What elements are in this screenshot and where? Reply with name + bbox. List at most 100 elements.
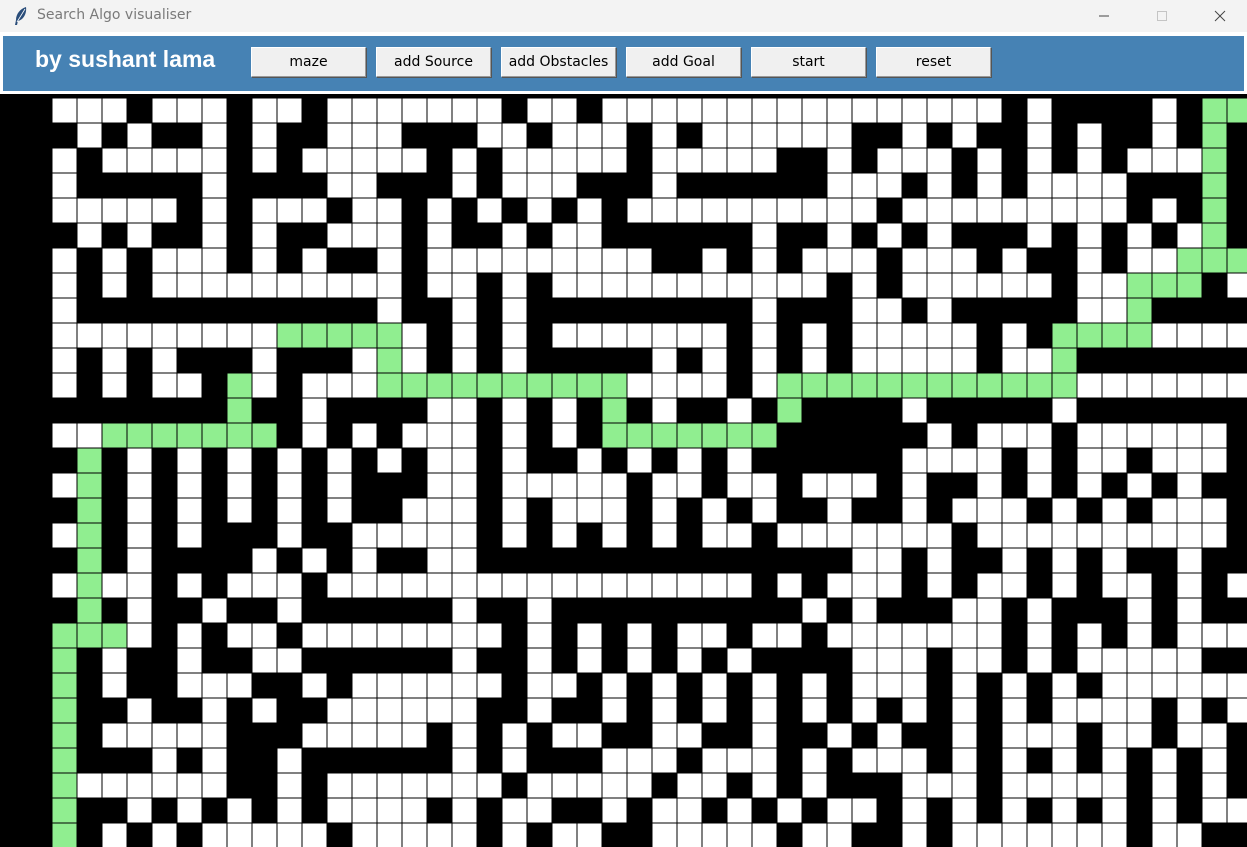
open-cell[interactable] <box>277 798 302 823</box>
open-cell[interactable] <box>702 198 727 223</box>
open-cell[interactable] <box>127 598 152 623</box>
open-cell[interactable] <box>702 773 727 798</box>
open-cell[interactable] <box>902 348 927 373</box>
path-cell[interactable] <box>402 373 427 398</box>
open-cell[interactable] <box>1027 598 1052 623</box>
open-cell[interactable] <box>752 273 777 298</box>
open-cell[interactable] <box>1027 123 1052 148</box>
path-cell[interactable] <box>427 373 452 398</box>
open-cell[interactable] <box>827 798 852 823</box>
open-cell[interactable] <box>902 123 927 148</box>
open-cell[interactable] <box>702 623 727 648</box>
open-cell[interactable] <box>727 798 752 823</box>
open-cell[interactable] <box>1077 523 1102 548</box>
open-cell[interactable] <box>652 373 677 398</box>
open-cell[interactable] <box>1127 698 1152 723</box>
open-cell[interactable] <box>902 473 927 498</box>
open-cell[interactable] <box>502 273 527 298</box>
open-cell[interactable] <box>427 448 452 473</box>
open-cell[interactable] <box>1152 448 1177 473</box>
open-cell[interactable] <box>627 373 652 398</box>
open-cell[interactable] <box>1102 698 1127 723</box>
open-cell[interactable] <box>177 498 202 523</box>
open-cell[interactable] <box>1002 348 1027 373</box>
open-cell[interactable] <box>177 448 202 473</box>
open-cell[interactable] <box>802 123 827 148</box>
open-cell[interactable] <box>727 448 752 473</box>
open-cell[interactable] <box>52 298 77 323</box>
open-cell[interactable] <box>877 223 902 248</box>
open-cell[interactable] <box>552 673 577 698</box>
open-cell[interactable] <box>427 548 452 573</box>
open-cell[interactable] <box>877 548 902 573</box>
open-cell[interactable] <box>952 773 977 798</box>
open-cell[interactable] <box>652 748 677 773</box>
open-cell[interactable] <box>1227 698 1247 723</box>
open-cell[interactable] <box>202 198 227 223</box>
open-cell[interactable] <box>1152 798 1177 823</box>
open-cell[interactable] <box>652 398 677 423</box>
open-cell[interactable] <box>1152 198 1177 223</box>
open-cell[interactable] <box>302 148 327 173</box>
path-cell[interactable] <box>1202 223 1227 248</box>
open-cell[interactable] <box>977 573 1002 598</box>
path-cell[interactable] <box>777 373 802 398</box>
open-cell[interactable] <box>127 698 152 723</box>
open-cell[interactable] <box>1177 548 1202 573</box>
open-cell[interactable] <box>52 98 77 123</box>
open-cell[interactable] <box>427 198 452 223</box>
open-cell[interactable] <box>1027 623 1052 648</box>
open-cell[interactable] <box>502 423 527 448</box>
path-cell[interactable] <box>1202 148 1227 173</box>
path-cell[interactable] <box>577 373 602 398</box>
open-cell[interactable] <box>52 273 77 298</box>
open-cell[interactable] <box>1127 648 1152 673</box>
path-cell[interactable] <box>302 323 327 348</box>
path-cell[interactable] <box>1202 198 1227 223</box>
open-cell[interactable] <box>577 273 602 298</box>
open-cell[interactable] <box>452 648 477 673</box>
open-cell[interactable] <box>527 198 552 223</box>
open-cell[interactable] <box>652 173 677 198</box>
open-cell[interactable] <box>127 498 152 523</box>
open-cell[interactable] <box>1127 148 1152 173</box>
open-cell[interactable] <box>702 673 727 698</box>
open-cell[interactable] <box>527 248 552 273</box>
open-cell[interactable] <box>777 98 802 123</box>
open-cell[interactable] <box>52 348 77 373</box>
open-cell[interactable] <box>277 273 302 298</box>
open-cell[interactable] <box>1102 648 1127 673</box>
open-cell[interactable] <box>452 773 477 798</box>
path-cell[interactable] <box>77 548 102 573</box>
open-cell[interactable] <box>377 123 402 148</box>
open-cell[interactable] <box>1027 823 1052 847</box>
path-cell[interactable] <box>977 373 1002 398</box>
path-cell[interactable] <box>177 423 202 448</box>
open-cell[interactable] <box>327 173 352 198</box>
open-cell[interactable] <box>627 98 652 123</box>
open-cell[interactable] <box>852 173 877 198</box>
open-cell[interactable] <box>377 673 402 698</box>
open-cell[interactable] <box>252 623 277 648</box>
open-cell[interactable] <box>252 348 277 373</box>
open-cell[interactable] <box>427 398 452 423</box>
open-cell[interactable] <box>952 798 977 823</box>
open-cell[interactable] <box>227 623 252 648</box>
open-cell[interactable] <box>1002 773 1027 798</box>
open-cell[interactable] <box>77 773 102 798</box>
open-cell[interactable] <box>1152 823 1177 847</box>
open-cell[interactable] <box>252 273 277 298</box>
open-cell[interactable] <box>1027 348 1052 373</box>
open-cell[interactable] <box>602 498 627 523</box>
path-cell[interactable] <box>1127 298 1152 323</box>
open-cell[interactable] <box>377 723 402 748</box>
open-cell[interactable] <box>1152 498 1177 523</box>
open-cell[interactable] <box>402 623 427 648</box>
open-cell[interactable] <box>427 523 452 548</box>
path-cell[interactable] <box>752 423 777 448</box>
open-cell[interactable] <box>352 798 377 823</box>
open-cell[interactable] <box>227 673 252 698</box>
open-cell[interactable] <box>452 348 477 373</box>
open-cell[interactable] <box>1152 323 1177 348</box>
open-cell[interactable] <box>1152 248 1177 273</box>
